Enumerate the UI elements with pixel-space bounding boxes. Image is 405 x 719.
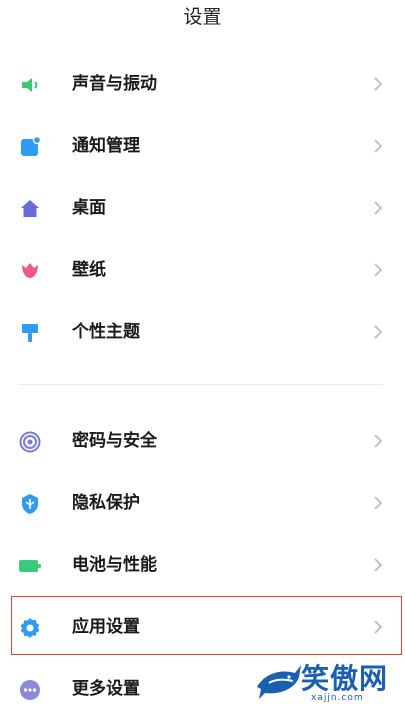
- chevron-right-icon: [374, 263, 383, 277]
- watermark-url: xajjn.com: [311, 693, 364, 703]
- section-divider: [18, 384, 383, 385]
- watermark-text: 笑傲网: [301, 662, 389, 695]
- fingerprint-icon: [18, 430, 42, 454]
- chevron-right-icon: [374, 77, 383, 91]
- selection-highlight: [11, 596, 402, 655]
- settings-item-label: 个性主题: [72, 322, 140, 342]
- notification-icon: [18, 135, 42, 159]
- settings-item-privacy[interactable]: 隐私保护: [0, 473, 405, 533]
- settings-item-label: 密码与安全: [72, 431, 157, 451]
- speaker-icon: [18, 73, 42, 97]
- chevron-right-icon: [374, 139, 383, 153]
- settings-item-label: 隐私保护: [72, 493, 140, 513]
- watermark: 笑傲网 xajjn.com: [255, 655, 395, 709]
- chevron-right-icon: [374, 325, 383, 339]
- shark-logo-icon: [257, 665, 301, 699]
- paintbrush-icon: [18, 321, 42, 345]
- chevron-right-icon: [374, 558, 383, 572]
- home-icon: [18, 197, 42, 221]
- settings-item-desktop[interactable]: 桌面: [0, 178, 405, 238]
- tulip-icon: [18, 259, 42, 283]
- settings-item-wallpaper[interactable]: 壁纸: [0, 240, 405, 300]
- settings-item-themes[interactable]: 个性主题: [0, 302, 405, 362]
- shield-icon: [18, 492, 42, 516]
- settings-item-label: 通知管理: [72, 136, 140, 156]
- page-title: 设置: [183, 6, 222, 28]
- settings-item-notifications[interactable]: 通知管理: [0, 116, 405, 176]
- chevron-right-icon: [374, 496, 383, 510]
- settings-item-label: 更多设置: [72, 679, 140, 699]
- chevron-right-icon: [374, 201, 383, 215]
- settings-item-label: 电池与性能: [72, 555, 157, 575]
- settings-item-battery[interactable]: 电池与性能: [0, 535, 405, 595]
- settings-item-label: 壁纸: [72, 260, 106, 280]
- battery-icon: [18, 554, 42, 578]
- settings-item-label: 声音与振动: [72, 74, 157, 94]
- settings-item-sound[interactable]: 声音与振动: [0, 54, 405, 114]
- chevron-right-icon: [374, 434, 383, 448]
- more-dots-icon: [18, 678, 42, 702]
- settings-item-label: 桌面: [72, 198, 106, 218]
- settings-item-security[interactable]: 密码与安全: [0, 411, 405, 471]
